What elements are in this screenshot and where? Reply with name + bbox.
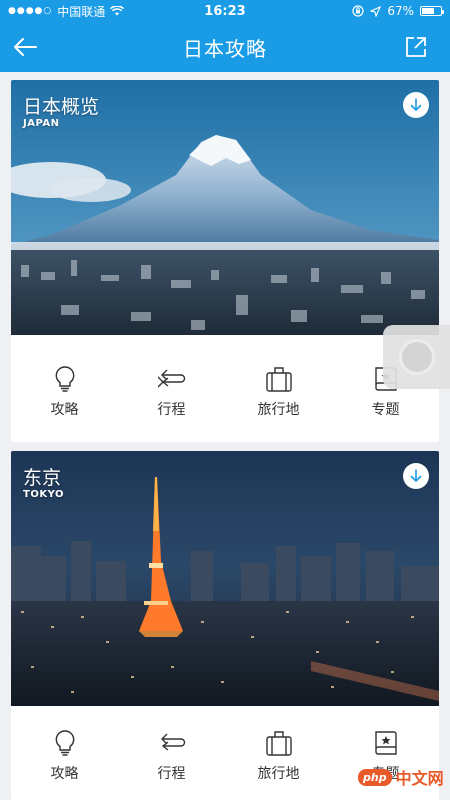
back-button[interactable] [10,32,40,62]
watermark: php 中文网 [358,765,444,789]
back-arrow-icon [14,38,37,56]
download-icon [410,98,422,111]
hero-image-mount-fuji[interactable]: 日本概览 JAPAN [11,80,439,335]
action-label: 攻略 [50,766,79,782]
rotation-lock-icon [352,5,364,17]
page-title: 日本攻略 [183,36,267,61]
battery-percent: 67% [387,4,414,18]
suitcase-icon [265,365,293,393]
assistive-touch-icon [398,339,435,375]
destination-card-tokyo[interactable]: 东京 TOKYO 攻略 行程 旅行地 专题 [11,451,439,800]
battery-icon [420,6,444,16]
action-itinerary[interactable]: 行程 [118,704,225,800]
nav-bar: 日本攻略 [0,22,450,72]
download-button[interactable] [403,92,429,118]
share-icon [406,37,426,57]
destination-card-japan[interactable]: 日本概览 JAPAN 攻略 行程 旅行地 专题 [11,80,439,442]
route-arrows-icon [157,365,186,393]
action-label: 攻略 [50,402,79,418]
star-book-icon [372,729,400,757]
route-arrows-icon [158,729,186,757]
download-button[interactable] [403,463,429,489]
card-title: 日本概览 [23,96,100,118]
action-label: 旅行地 [257,766,300,782]
action-guide[interactable]: 攻略 [11,335,118,442]
watermark-text: 中文网 [395,769,444,788]
card-subtitle: TOKYO [23,489,64,500]
card-title: 东京 [23,467,62,489]
status-bar: ●●●●○ 中国联通 16:23 67% [0,0,450,22]
carrier-label: 中国联通 [57,4,106,19]
action-label: 行程 [157,402,186,418]
action-guide[interactable]: 攻略 [11,704,118,800]
action-destinations[interactable]: 旅行地 [225,335,332,442]
card-actions: 攻略 行程 旅行地 专题 [11,335,439,442]
suitcase-icon [265,729,293,757]
lightbulb-icon [51,729,79,757]
location-icon [370,5,382,17]
action-label: 专题 [371,402,400,418]
hero-image-tokyo-tower[interactable]: 东京 TOKYO [11,451,439,706]
action-destinations[interactable]: 旅行地 [225,704,332,800]
card-subtitle: JAPAN [23,118,60,129]
action-label: 旅行地 [257,402,300,418]
share-button[interactable] [402,33,430,61]
action-itinerary[interactable]: 行程 [118,335,225,442]
watermark-logo: php [358,768,392,786]
signal-dots-icon: ●●●●○ [8,6,53,16]
lightbulb-icon [51,365,79,393]
tokyo-tower-photo [11,451,439,706]
wifi-icon [110,6,125,16]
action-label: 行程 [157,766,186,782]
download-icon [410,469,422,482]
assistive-touch-button[interactable] [383,325,450,389]
